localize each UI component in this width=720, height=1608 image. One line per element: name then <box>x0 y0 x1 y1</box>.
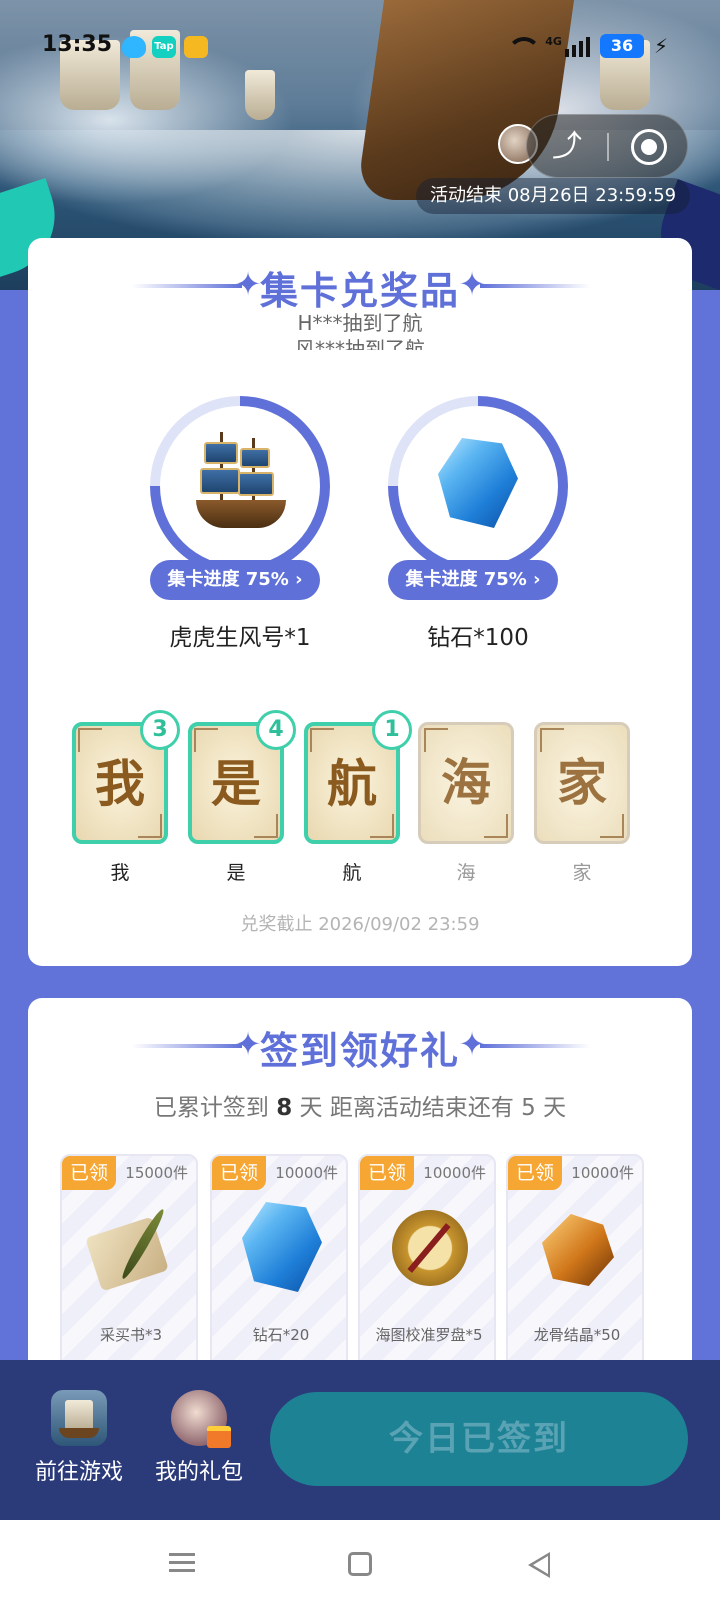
ticker-line: 风***抽到了航 <box>295 337 425 350</box>
reward-name: 龙骨结晶*50 <box>533 1326 621 1344</box>
word-card-2[interactable]: 是4 <box>188 710 296 844</box>
word-card-label: 是 <box>226 862 246 884</box>
days-signed: 8 <box>276 1095 293 1121</box>
redeem-deadline: 兑奖截止 2026/09/02 23:59 <box>240 914 480 935</box>
scroll-quill-icon <box>85 1200 176 1300</box>
reward-item[interactable]: 已领 10000件 海图校准罗盘*5 <box>358 1154 496 1384</box>
reward-qty: 10000件 <box>571 1164 634 1182</box>
ticker-line: H***抽到了航 <box>297 311 423 335</box>
share-icon[interactable]: ⤴ <box>547 127 587 167</box>
days-left: 5 <box>521 1095 536 1121</box>
prize-ship[interactable]: 集卡进度 75% › 虎虎生风号*1 <box>140 396 340 651</box>
menu-icon[interactable] <box>162 1548 202 1580</box>
collect-cards-panel: ✦ 集卡兑奖品 ✦ H***抽到了航 风***抽到了航 集卡进度 75% › 虎… <box>28 238 692 966</box>
collect-progress-button[interactable]: 集卡进度 75% › <box>388 560 558 600</box>
reward-item[interactable]: 已领 10000件 龙骨结晶*50 <box>506 1154 644 1384</box>
prize-name: 虎虎生风号*1 <box>169 625 311 651</box>
word-card-4[interactable]: 海 <box>418 722 514 844</box>
amber-crystal-icon <box>532 1200 622 1300</box>
bottom-action-bar: 前往游戏 我的礼包 今日已签到 <box>0 1360 720 1520</box>
word-card-5[interactable]: 家 <box>534 722 630 844</box>
word-card-3[interactable]: 航1 <box>304 710 412 844</box>
go-to-game-button[interactable]: 前往游戏 <box>24 1390 134 1486</box>
event-end-time: 活动结束 08月26日 23:59:59 <box>416 178 691 214</box>
vip-app-icon <box>184 36 208 58</box>
reward-item[interactable]: 已领 10000件 钻石*20 <box>210 1154 348 1384</box>
prize-name: 钻石*100 <box>427 625 529 651</box>
progress-ring <box>388 396 568 576</box>
chevron-right-icon: › <box>295 569 303 590</box>
system-nav-bar <box>0 1520 720 1608</box>
progress-ring <box>150 396 330 576</box>
collect-progress-button[interactable]: 集卡进度 75% › <box>150 560 320 600</box>
ship-icon <box>190 428 290 538</box>
close-miniapp-icon[interactable] <box>631 129 667 165</box>
diamond-icon <box>236 1200 326 1300</box>
card-count-badge: 1 <box>372 710 412 750</box>
reward-qty: 10000件 <box>275 1164 338 1182</box>
claimed-badge: 已领 <box>360 1156 415 1190</box>
taptap-app-icon: Tap <box>152 36 176 58</box>
card-count-badge: 4 <box>256 710 296 750</box>
status-bar: 13:35 Tap 4G 36 ⚡ <box>0 28 720 64</box>
claimed-badge: 已领 <box>508 1156 563 1190</box>
signin-panel: ✦ 签到领好礼 ✦ 已累计签到 8 天 距离活动结束还有 5 天 已领 1500… <box>28 998 692 1384</box>
signal-icon: 4G <box>545 35 590 57</box>
word-card-label: 海 <box>456 862 476 884</box>
back-icon[interactable] <box>528 1552 550 1578</box>
signed-today-button[interactable]: 今日已签到 <box>270 1392 688 1486</box>
gift-avatar-icon <box>171 1390 231 1448</box>
word-card-label: 家 <box>572 862 592 884</box>
card-count-badge: 3 <box>140 710 180 750</box>
word-card-label: 我 <box>110 862 130 884</box>
word-card-label: 航 <box>342 862 362 884</box>
my-gifts-button[interactable]: 我的礼包 <box>144 1390 254 1486</box>
reward-name: 海图校准罗盘*5 <box>375 1326 483 1344</box>
signin-section-title: 签到领好礼 <box>259 1029 460 1073</box>
status-time: 13:35 <box>42 32 113 57</box>
compass-icon <box>384 1200 474 1300</box>
qq-app-icon <box>122 36 146 58</box>
reward-name: 钻石*20 <box>252 1326 310 1344</box>
collect-section-title: 集卡兑奖品 <box>259 269 460 313</box>
miniapp-capsule: ⤴ <box>526 114 688 178</box>
reward-qty: 10000件 <box>423 1164 486 1182</box>
reward-name: 采买书*3 <box>99 1326 163 1344</box>
wifi-icon <box>505 35 542 57</box>
game-ship-icon <box>51 1390 107 1446</box>
signin-summary: 已累计签到 8 天 距离活动结束还有 5 天 <box>153 1095 567 1121</box>
claimed-badge: 已领 <box>212 1156 267 1190</box>
reward-item[interactable]: 已领 15000件 采买书*3 <box>60 1154 198 1384</box>
prize-diamond[interactable]: 集卡进度 75% › 钻石*100 <box>378 396 578 651</box>
claimed-badge: 已领 <box>62 1156 117 1190</box>
charging-icon: ⚡ <box>653 34 668 58</box>
chevron-right-icon: › <box>533 569 541 590</box>
word-card-1[interactable]: 我3 <box>72 710 180 844</box>
home-icon[interactable] <box>348 1552 372 1576</box>
reward-qty: 15000件 <box>125 1164 188 1182</box>
winners-ticker: H***抽到了航 风***抽到了航 <box>28 310 692 350</box>
battery-icon: 36 <box>599 34 644 58</box>
